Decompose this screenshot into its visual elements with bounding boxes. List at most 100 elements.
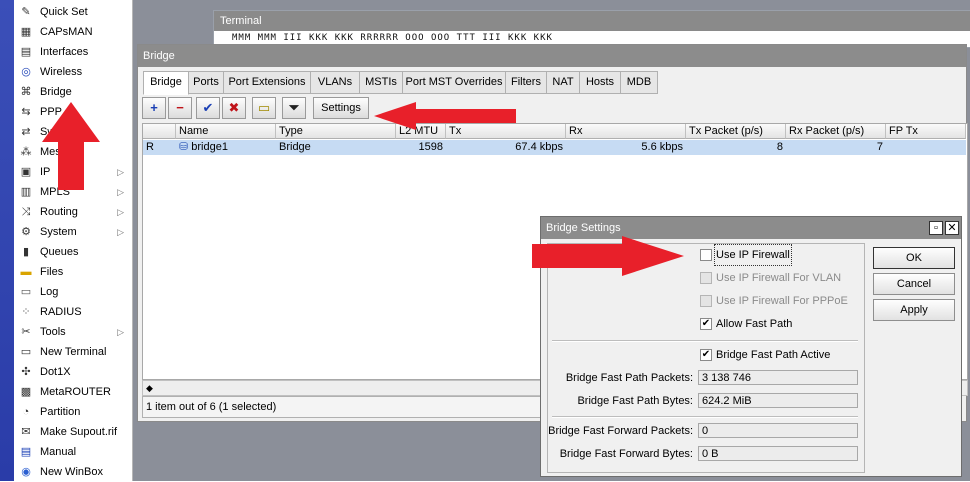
checkmark-icon[interactable]: ✔ xyxy=(700,318,712,330)
menu-item-label: CAPsMAN xyxy=(40,26,93,38)
cell-tx: 67.4 kbps xyxy=(446,140,566,155)
disable-button[interactable]: ✖ xyxy=(222,97,246,119)
submenu-arrow-icon: ▷ xyxy=(117,207,124,217)
routing-icon: ⤨ xyxy=(21,206,31,218)
fast-path-packets-label: Bridge Fast Path Packets: xyxy=(565,372,693,384)
filter-button[interactable]: ⏷ xyxy=(282,97,306,119)
menu-item-queues[interactable]: ▮ Queues xyxy=(14,242,132,262)
menu-item-label: Routing xyxy=(40,206,78,218)
menu-item-label: Files xyxy=(40,266,64,278)
menu-item-quick-set[interactable]: ✎ Quick Set xyxy=(14,2,132,22)
submenu-arrow-icon: ▷ xyxy=(117,227,124,237)
x-icon: ✖ xyxy=(228,100,240,115)
manual-icon: ▤ xyxy=(20,446,32,458)
menu-item-label: Manual xyxy=(40,446,77,458)
remove-button[interactable]: − xyxy=(168,97,192,119)
tab-vlans[interactable]: VLANs xyxy=(310,71,360,94)
menu-item-label: Wireless xyxy=(40,66,83,78)
menu-item-tools[interactable]: ✂ Tools ▷ xyxy=(14,322,132,342)
mpls-icon: ▥ xyxy=(20,186,32,198)
column-header-fp-tx[interactable]: FP Tx xyxy=(886,124,966,139)
cell-l2mtu: 1598 xyxy=(396,140,446,155)
tools-icon: ✂ xyxy=(21,326,31,338)
cell-rx: 5.6 kbps xyxy=(566,140,686,155)
column-header-name[interactable]: Name xyxy=(176,124,276,139)
menu-item-system[interactable]: ⚙ System ▷ xyxy=(14,222,132,242)
settings-button[interactable]: Settings xyxy=(313,97,369,119)
column-header-rx-packet-p-s-[interactable]: Rx Packet (p/s) xyxy=(786,124,886,139)
menu-item-new-winbox[interactable]: ◉ New WinBox xyxy=(14,462,132,482)
menu-item-label: New WinBox xyxy=(40,466,103,478)
menu-item-capsman[interactable]: ▦ CAPsMAN xyxy=(14,22,132,42)
menu-item-make-supout-rif[interactable]: ✉ Make Supout.rif xyxy=(14,422,132,442)
separator xyxy=(552,416,858,418)
winbox-side-stripe xyxy=(0,0,14,481)
ok-button[interactable]: OK xyxy=(873,247,955,269)
menu-item-dot1x[interactable]: ✣ Dot1X xyxy=(14,362,132,382)
tab-port-extensions[interactable]: Port Extensions xyxy=(223,71,311,94)
menu-item-partition[interactable]: ◔ Partition xyxy=(14,402,132,422)
submenu-arrow-icon: ▷ xyxy=(117,327,124,337)
tab-port-mst-overrides[interactable]: Port MST Overrides xyxy=(402,71,506,94)
checkbox-box[interactable] xyxy=(700,249,712,261)
menu-item-files[interactable]: ▬ Files xyxy=(14,262,132,282)
annotation-arrow-settings xyxy=(374,102,516,130)
system-gear-icon: ⚙ xyxy=(21,226,31,238)
add-button[interactable]: + xyxy=(142,97,166,119)
fast-path-bytes-label: Bridge Fast Path Bytes: xyxy=(577,395,693,407)
cell-type: Bridge xyxy=(276,140,396,155)
check-icon: ✔ xyxy=(202,100,214,115)
comment-button[interactable]: ▭ xyxy=(252,97,276,119)
menu-item-label: Dot1X xyxy=(40,366,71,378)
menu-item-bridge[interactable]: ⌘ Bridge xyxy=(14,82,132,102)
interfaces-icon: ▤ xyxy=(20,46,32,58)
close-icon[interactable]: ✕ xyxy=(945,221,959,235)
menu-item-new-terminal[interactable]: ▭ New Terminal xyxy=(14,342,132,362)
checkbox-box[interactable] xyxy=(700,295,712,307)
main-menu: ✎ Quick Set ▦ CAPsMAN ▤ Interfaces ◎ Wireless ⌘ B… xyxy=(14,0,133,481)
scroll-left-icon[interactable]: ◆ xyxy=(146,381,153,395)
tab-filters[interactable]: Filters xyxy=(505,71,547,94)
restore-icon[interactable]: ▫ xyxy=(929,221,943,235)
tab-bridge[interactable]: Bridge xyxy=(143,71,189,95)
terminal-window[interactable]: Terminal MMM MMM III KKK KKK RRRRRR OOO … xyxy=(213,10,970,48)
submenu-arrow-icon: ▷ xyxy=(117,187,124,197)
menu-item-radius[interactable]: ⁘ RADIUS xyxy=(14,302,132,322)
bridge-interface-icon: ⛁ xyxy=(179,141,192,153)
bridge-window-title: Bridge xyxy=(138,45,966,67)
apply-button[interactable]: Apply xyxy=(873,299,955,321)
checkbox-label: Use IP Firewall For VLAN xyxy=(716,272,842,284)
menu-item-wireless[interactable]: ◎ Wireless xyxy=(14,62,132,82)
separator xyxy=(552,340,858,342)
tab-mdb[interactable]: MDB xyxy=(620,71,658,94)
column-header-flags[interactable] xyxy=(143,124,176,139)
cell-flag: R xyxy=(143,140,176,155)
menu-item-log[interactable]: ▭ Log xyxy=(14,282,132,302)
cell-rxp: 7 xyxy=(786,140,886,155)
switch-icon: ⇄ xyxy=(21,126,31,138)
ip-icon: ▣ xyxy=(20,166,32,178)
cancel-button[interactable]: Cancel xyxy=(873,273,955,295)
tab-ports[interactable]: Ports xyxy=(188,71,224,94)
enable-button[interactable]: ✔ xyxy=(196,97,220,119)
tab-hosts[interactable]: Hosts xyxy=(579,71,621,94)
cell-name: ⛁ bridge1 xyxy=(176,140,276,155)
column-header-rx[interactable]: Rx xyxy=(566,124,686,139)
bridge-icon: ⌘ xyxy=(20,86,32,98)
cell-txp: 8 xyxy=(686,140,786,155)
menu-item-interfaces[interactable]: ▤ Interfaces xyxy=(14,42,132,62)
folder-icon: ▬ xyxy=(20,266,32,278)
ppp-icon: ⇆ xyxy=(21,106,31,118)
menu-item-routing[interactable]: ⤨ Routing ▷ xyxy=(14,202,132,222)
column-header-tx-packet-p-s-[interactable]: Tx Packet (p/s) xyxy=(686,124,786,139)
checkbox-label: Bridge Fast Path Active xyxy=(716,349,831,361)
checkbox-box[interactable] xyxy=(700,272,712,284)
menu-item-manual[interactable]: ▤ Manual xyxy=(14,442,132,462)
note-icon: ▭ xyxy=(257,100,271,115)
tab-mstis[interactable]: MSTIs xyxy=(359,71,403,94)
winbox-icon: ◉ xyxy=(21,466,31,478)
terminal-icon: ▭ xyxy=(20,346,32,358)
checkbox-label: Allow Fast Path xyxy=(716,318,793,330)
tab-nat[interactable]: NAT xyxy=(546,71,580,94)
menu-item-metarouter[interactable]: ▩ MetaROUTER xyxy=(14,382,132,402)
